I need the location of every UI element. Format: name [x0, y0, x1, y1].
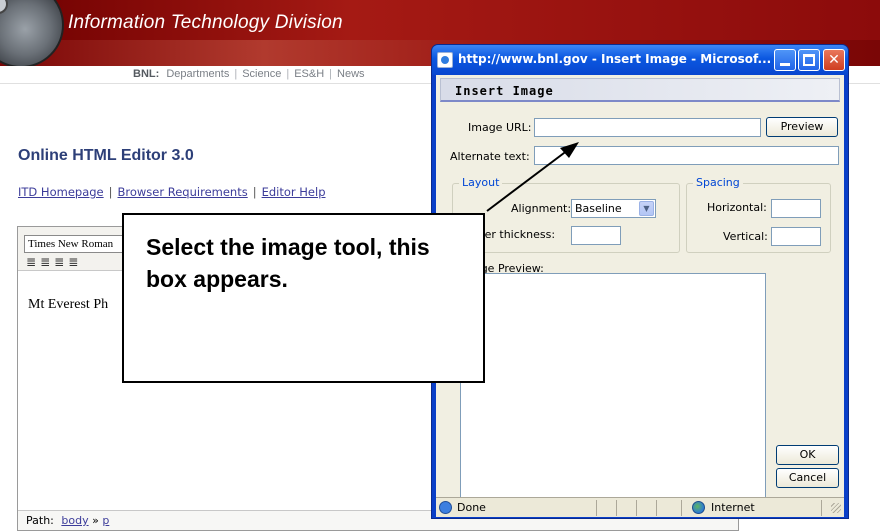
- callout-arrow-icon: [486, 142, 579, 212]
